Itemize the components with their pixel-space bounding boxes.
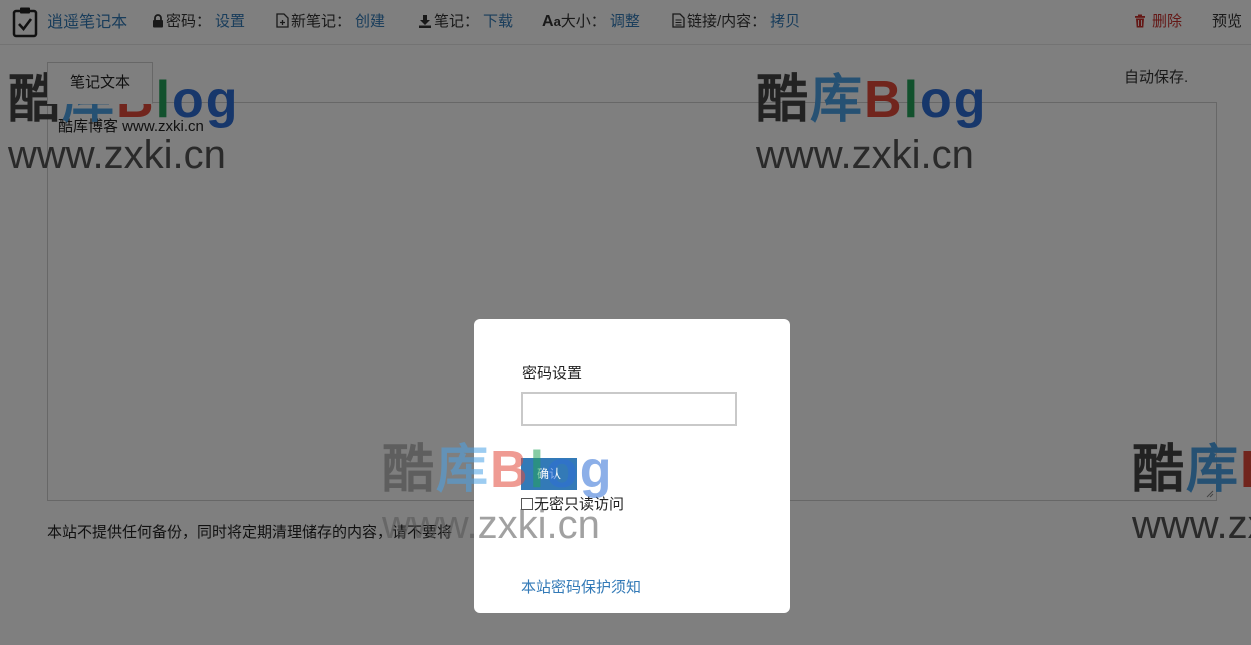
password-notice-link[interactable]: 本站密码保护须知 <box>521 576 641 597</box>
checkbox-box[interactable] <box>521 498 533 510</box>
dialog-title: 密码设置 <box>522 365 583 382</box>
confirm-button[interactable]: 确认 <box>521 458 577 490</box>
readonly-checkbox[interactable]: 无密只读访问 <box>521 495 624 515</box>
password-input[interactable] <box>521 392 737 426</box>
password-dialog: 密码设置 确认 无密只读访问 本站密码保护须知 <box>474 319 790 613</box>
readonly-label[interactable]: 无密只读访问 <box>534 496 624 513</box>
